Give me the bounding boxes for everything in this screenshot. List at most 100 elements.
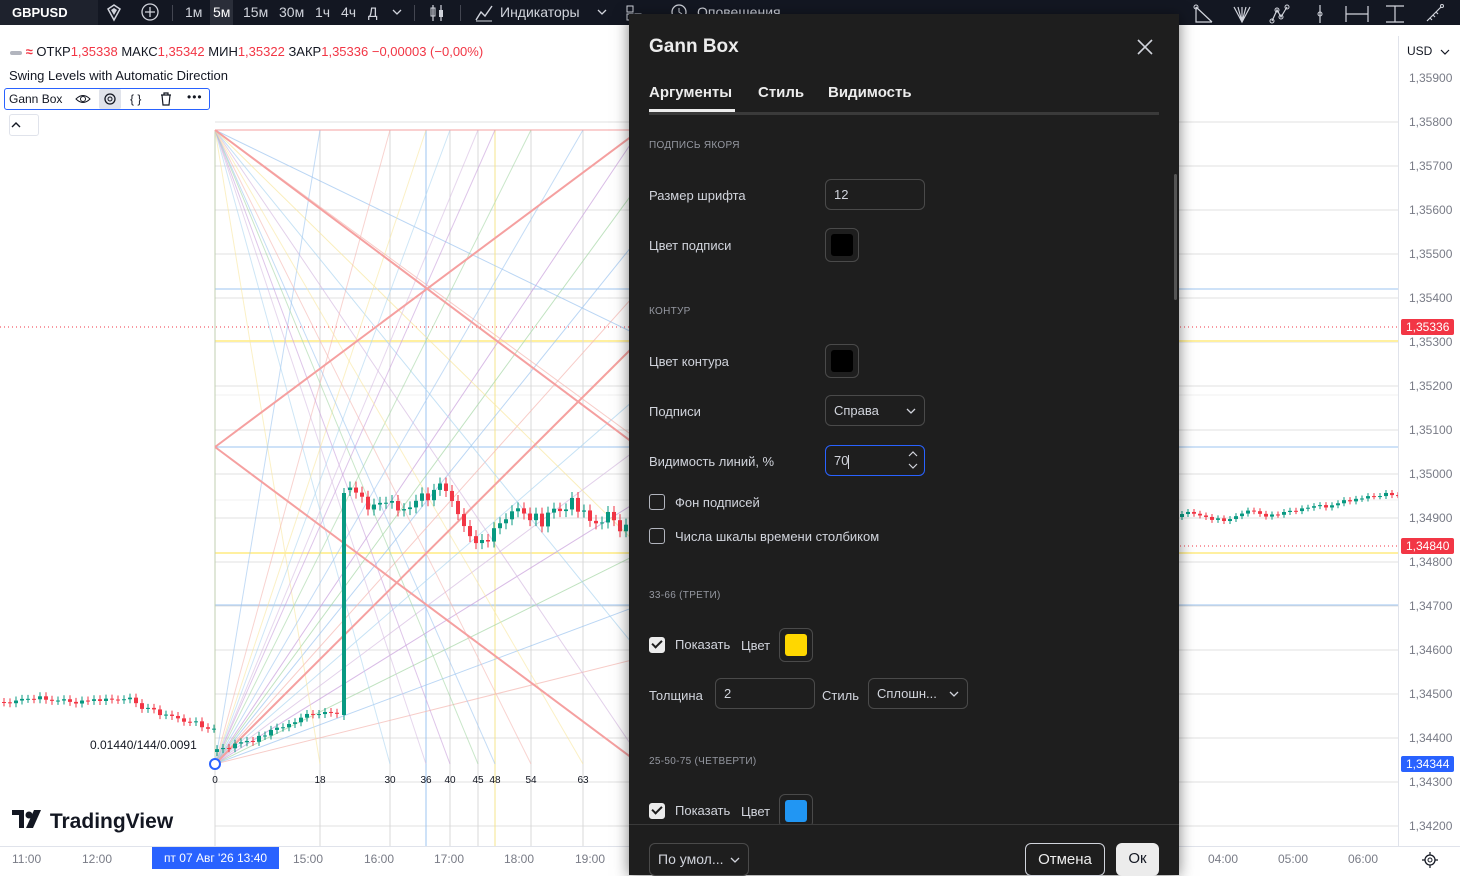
candle-body [281,727,285,729]
stepper-icon[interactable] [908,449,918,471]
candle-body [504,519,508,524]
open-value: 1,35338 [70,44,118,59]
favorite-icon[interactable] [104,3,124,22]
candle-body [200,721,204,728]
price-label: 1,35800 [1409,115,1453,129]
candle-body [450,490,454,501]
price-label: 1,35200 [1409,379,1453,393]
candle-body [1258,511,1262,514]
thirds-color-swatch[interactable] [779,628,813,662]
thirds-show-checkbox[interactable] [649,637,665,653]
drawing-tool-ruler-icon[interactable] [1424,4,1446,24]
indicators-button[interactable]: Индикаторы [500,0,580,25]
indicators-icon[interactable] [474,3,494,23]
candle-body [74,701,78,704]
price-label: 1,35600 [1409,203,1453,217]
tab-style[interactable]: Стиль [758,84,804,101]
time-scale-settings-icon[interactable] [1421,851,1439,872]
dialog-scrollbar[interactable] [1174,174,1177,300]
price-label: 1,34500 [1409,687,1453,701]
drawing-tool-fork-icon[interactable] [1231,4,1253,24]
indicator-legend[interactable]: Swing Levels with Automatic Direction [9,68,228,83]
timeframe-dropdown-icon[interactable] [392,8,402,18]
time-label: 05:00 [1278,852,1309,866]
candle-body [384,502,388,504]
candle-body [1342,500,1346,504]
gann-anchor-handle[interactable] [209,758,221,770]
ok-button[interactable]: Ок [1116,843,1159,876]
gann-time-label: 45 [472,775,484,786]
thirds-color-fill [785,634,807,656]
candle-body [390,501,394,503]
drawing-tool-vline-icon[interactable] [1310,4,1330,24]
time-numbers-checkbox[interactable] [649,528,665,544]
source-code-icon[interactable]: { } [130,92,141,106]
cancel-button[interactable]: Отмена [1025,843,1105,876]
tradingview-logo[interactable]: TradingView [12,810,173,834]
symbol-name: GBPUSD [12,5,68,20]
font-size-input[interactable]: 12 [825,179,925,210]
timeframe-1d[interactable]: Д [368,0,377,25]
timeframe-4h[interactable]: 4ч [341,0,356,25]
labels-background-checkbox[interactable] [649,494,665,510]
drawing-name: Gann Box [9,92,63,106]
tab-visibility[interactable]: Видимость [828,84,912,101]
drawing-tool-pattern-icon[interactable] [1269,4,1291,24]
quarters-show-checkbox[interactable] [649,803,665,819]
candle-body [1252,510,1256,512]
gann-time-label: 18 [314,775,326,786]
gann-time-label: 40 [444,775,456,786]
timeframe-15m[interactable]: 15м [243,0,268,25]
gann-box-legend[interactable]: Gann Box { } ••• [4,88,210,110]
timeframe-30m[interactable]: 30м [279,0,304,25]
candle-body [1264,513,1268,517]
currency-selector[interactable]: USD [1400,40,1456,62]
lines-visibility-input[interactable]: 70 [825,445,925,476]
labels-position-select[interactable]: Справа [825,395,925,426]
candle-body [348,487,352,490]
price-scale[interactable]: 1,35900 1,35800 1,35700 1,35600 1,35500 1,354… [1398,36,1460,846]
timeframe-5m[interactable]: 5м [210,0,234,25]
thickness-input[interactable]: 2 [715,678,815,709]
symbol-search[interactable]: GBPUSD [0,0,98,25]
contour-color-swatch[interactable] [825,344,859,378]
candle-body [188,721,192,723]
labels-position-value: Справа [834,403,879,418]
settings-gear-icon[interactable] [99,89,121,109]
timeframe-1h[interactable]: 1ч [315,0,330,25]
candle-body [269,729,273,736]
quarters-color-swatch[interactable] [779,794,813,828]
candle-body [546,512,550,527]
candle-body [1390,492,1394,496]
candle-body [432,489,436,501]
candle-body [492,528,496,542]
more-icon[interactable]: ••• [187,90,203,104]
candle-body [20,698,24,701]
currency-dropdown-icon [1440,49,1450,55]
candle-body [612,511,616,521]
candle-body [335,712,339,714]
visibility-toggle-icon[interactable] [10,50,22,55]
defaults-dropdown[interactable]: По умол... [649,843,749,876]
compare-add-icon[interactable] [140,2,160,22]
close-icon[interactable] [1134,36,1156,58]
gann-fan-line [214,657,641,765]
indicators-dropdown-icon[interactable] [597,8,607,18]
label-color-swatch[interactable] [825,228,859,262]
candle-body [420,493,424,501]
drawing-tool-angle-icon[interactable] [1193,4,1215,24]
gann-time-label: 54 [525,775,537,786]
drawing-tool-date-range-icon[interactable] [1344,4,1370,24]
style-label: Стиль [822,688,859,703]
candle-body [444,483,448,491]
candles-type-icon[interactable] [428,3,446,23]
time-label: 19:00 [575,852,606,866]
candle-body [582,510,586,512]
line-style-select[interactable]: Сплошн... [868,678,968,709]
timeframe-1m[interactable]: 1м [185,0,202,25]
drawing-tool-price-range-icon[interactable] [1384,4,1406,24]
collapse-legend-button[interactable] [9,114,39,136]
candle-body [408,507,412,510]
tab-arguments[interactable]: Аргументы [649,84,732,101]
gann-box-settings-dialog: Gann Box Аргументы Стиль Видимость ПОДПИ… [629,14,1179,876]
